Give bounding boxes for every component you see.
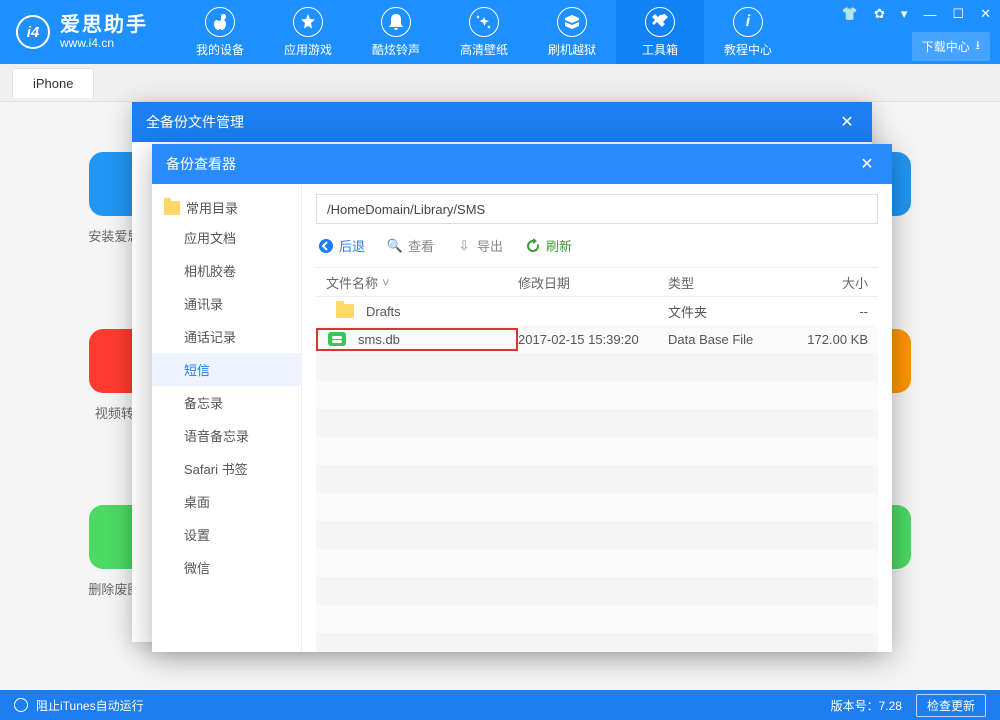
file-toolbar: 后退 🔍查看 ⇩导出 刷新	[316, 224, 878, 267]
table-row-empty	[316, 465, 878, 493]
modal-outer-header: 全备份文件管理 ✕	[132, 102, 872, 142]
download-icon: ⭳	[976, 36, 980, 57]
check-update-button[interactable]: 检查更新	[916, 694, 986, 717]
maximize-icon[interactable]: ☐	[949, 4, 967, 24]
sidebar-tree: 常用目录 应用文档相机胶卷通讯录通话记录短信备忘录语音备忘录Safari 书签桌…	[152, 184, 302, 652]
folder-icon	[336, 304, 354, 318]
version-text: 版本号：7.28	[831, 697, 902, 714]
nav-wallpaper[interactable]: 高清壁纸	[440, 0, 528, 64]
brand-url: www.i4.cn	[60, 36, 148, 50]
col-name[interactable]: 文件名称 ˅	[316, 273, 518, 292]
toggle-icon	[14, 698, 28, 712]
table-row-empty	[316, 437, 878, 465]
file-pane: /HomeDomain/Library/SMS 后退 🔍查看 ⇩导出 刷新 文件…	[302, 184, 892, 652]
sidebar-item[interactable]: 微信	[152, 551, 301, 584]
sidebar-item[interactable]: 短信	[152, 353, 301, 386]
close-icon[interactable]: ✕	[856, 154, 878, 174]
export-icon: ⇩	[456, 238, 472, 254]
table-row-empty	[316, 549, 878, 577]
refresh-button[interactable]: 刷新	[525, 236, 572, 255]
view-icon: 🔍	[387, 238, 403, 254]
folder-icon	[164, 201, 180, 215]
table-row-empty	[316, 409, 878, 437]
sidebar-item[interactable]: 设置	[152, 518, 301, 551]
tree-root[interactable]: 常用目录	[152, 194, 301, 221]
sidebar-item[interactable]: 通话记录	[152, 320, 301, 353]
logo-badge: i4	[16, 15, 50, 49]
titlebar: i4 爱思助手 www.i4.cn 我的设备 应用游戏 酷炫铃声 高清壁纸 刷机…	[0, 0, 1000, 64]
nav-toolbox[interactable]: 工具箱	[616, 0, 704, 64]
nav-flash[interactable]: 刷机越狱	[528, 0, 616, 64]
sidebar-item[interactable]: Safari 书签	[152, 452, 301, 485]
table-row[interactable]: Drafts文件夹--	[316, 297, 878, 325]
back-icon	[318, 238, 334, 254]
settings-icon[interactable]: ✿	[871, 4, 888, 24]
table-row-empty	[316, 577, 878, 605]
sidebar-item[interactable]: 应用文档	[152, 221, 301, 254]
close-icon[interactable]: ✕	[836, 112, 858, 132]
table-row-empty	[316, 633, 878, 652]
sidebar-item[interactable]: 语音备忘录	[152, 419, 301, 452]
path-input[interactable]: /HomeDomain/Library/SMS	[316, 194, 878, 224]
device-tabrow: iPhone	[0, 64, 1000, 102]
sort-icon: ˅	[382, 275, 390, 290]
download-center-button[interactable]: 下载中心 ⭳	[912, 32, 990, 61]
modal-inner-title: 备份查看器	[166, 154, 236, 174]
itunes-block-toggle[interactable]: 阻止iTunes自动运行	[14, 697, 144, 714]
table-body: Drafts文件夹--sms.db2017-02-15 15:39:20Data…	[316, 297, 878, 652]
minimize-icon[interactable]: —	[920, 5, 939, 24]
table-row-empty	[316, 493, 878, 521]
nav-tutorials[interactable]: i教程中心	[704, 0, 792, 64]
sidebar-item[interactable]: 桌面	[152, 485, 301, 518]
tab-iphone[interactable]: iPhone	[12, 68, 94, 98]
table-row-empty	[316, 381, 878, 409]
nav-my-device[interactable]: 我的设备	[176, 0, 264, 64]
database-icon	[328, 332, 346, 346]
sidebar-item[interactable]: 备忘录	[152, 386, 301, 419]
table-row[interactable]: sms.db2017-02-15 15:39:20Data Base File1…	[316, 325, 878, 353]
brand-cn: 爱思助手	[60, 15, 148, 36]
close-icon[interactable]: ✕	[977, 4, 994, 24]
menu-icon[interactable]: ▾	[898, 4, 911, 24]
table-row-empty	[316, 521, 878, 549]
col-date[interactable]: 修改日期	[518, 273, 668, 292]
col-size[interactable]: 大小	[788, 273, 868, 292]
view-button[interactable]: 🔍查看	[387, 236, 434, 255]
main-nav: 我的设备 应用游戏 酷炫铃声 高清壁纸 刷机越狱 工具箱 i教程中心	[176, 0, 792, 64]
app-logo: i4 爱思助手 www.i4.cn	[16, 15, 148, 50]
nav-ringtones[interactable]: 酷炫铃声	[352, 0, 440, 64]
window-controls: 👕 ✿ ▾ — ☐ ✕	[839, 4, 994, 24]
export-button[interactable]: ⇩导出	[456, 236, 503, 255]
back-button[interactable]: 后退	[318, 236, 365, 255]
modal-backup-viewer: 备份查看器 ✕ 常用目录 应用文档相机胶卷通讯录通话记录短信备忘录语音备忘录Sa…	[152, 144, 892, 652]
nav-apps[interactable]: 应用游戏	[264, 0, 352, 64]
sidebar-item[interactable]: 通讯录	[152, 287, 301, 320]
sidebar-item[interactable]: 相机胶卷	[152, 254, 301, 287]
table-header: 文件名称 ˅ 修改日期 类型 大小	[316, 267, 878, 297]
modal-outer-title: 全备份文件管理	[146, 112, 244, 132]
refresh-icon	[525, 238, 541, 254]
skin-icon[interactable]: 👕	[839, 4, 861, 24]
statusbar: 阻止iTunes自动运行 版本号：7.28 检查更新	[0, 690, 1000, 720]
table-row-empty	[316, 353, 878, 381]
col-type[interactable]: 类型	[668, 273, 788, 292]
table-row-empty	[316, 605, 878, 633]
modal-inner-header: 备份查看器 ✕	[152, 144, 892, 184]
